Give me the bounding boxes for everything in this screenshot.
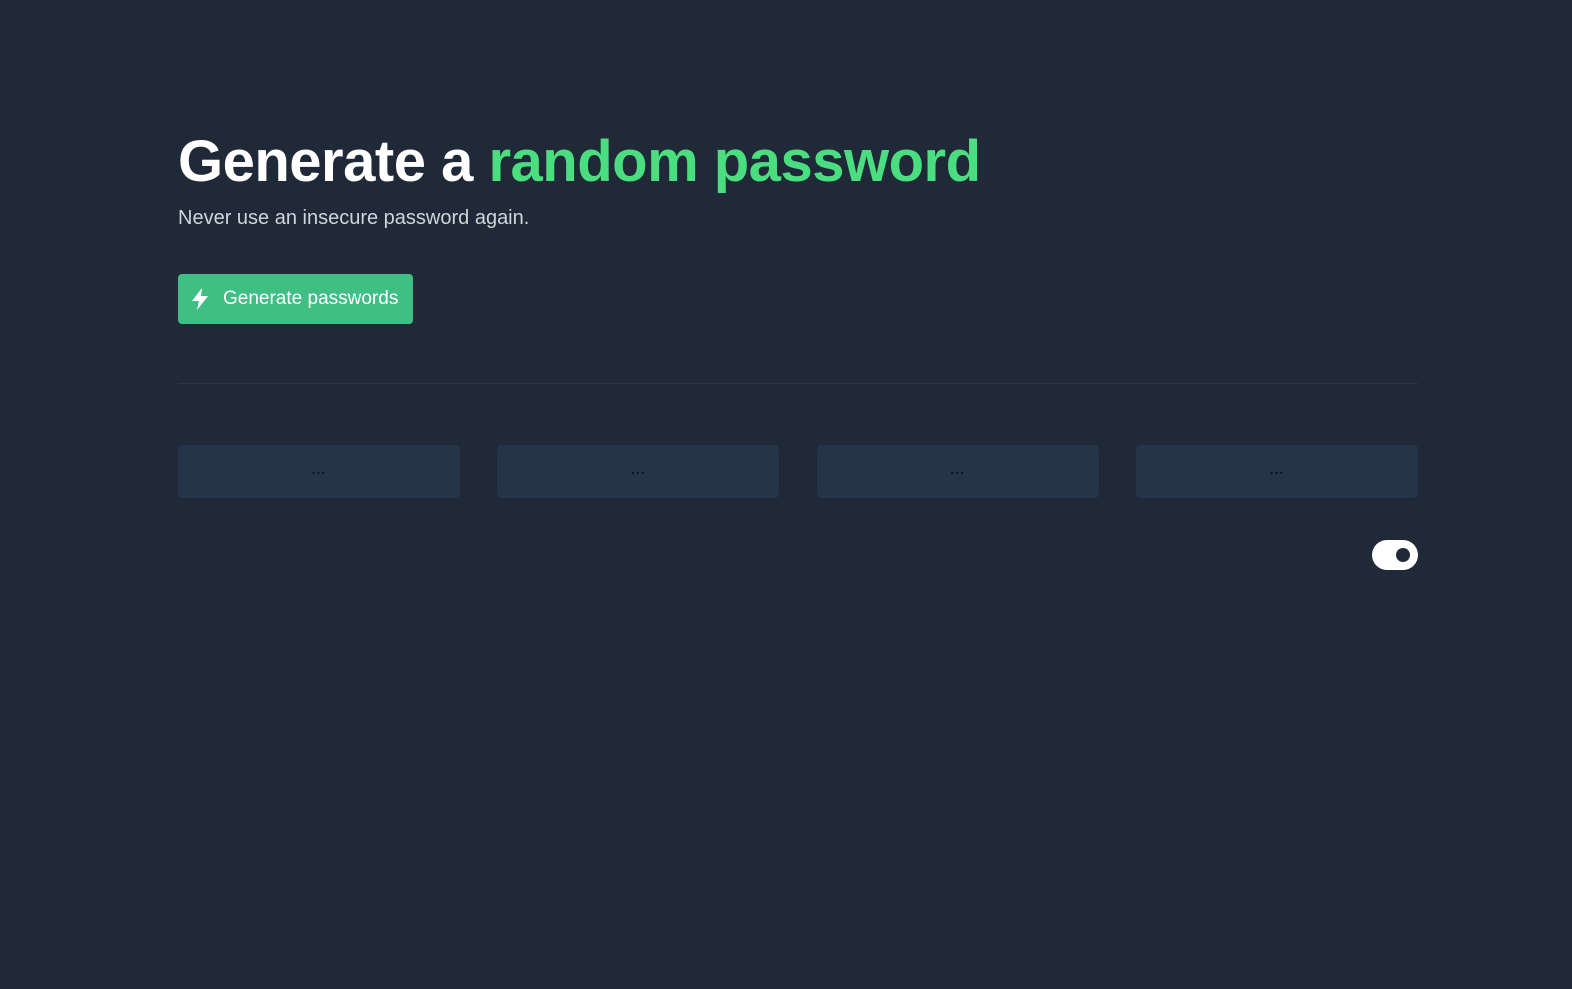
generate-passwords-button[interactable]: Generate passwords xyxy=(178,274,413,324)
password-list: ... ... ... ... xyxy=(178,445,1418,498)
generate-passwords-label: Generate passwords xyxy=(223,288,399,309)
page: Generate a random password Never use an … xyxy=(0,0,1572,989)
password-card[interactable]: ... xyxy=(1135,445,1418,498)
password-card[interactable]: ... xyxy=(816,445,1099,498)
password-value: ... xyxy=(311,460,327,477)
page-title: Generate a random password xyxy=(178,128,1418,196)
title-prefix: Generate a xyxy=(178,129,489,194)
password-value: ... xyxy=(950,460,965,477)
page-subtitle: Never use an insecure password again. xyxy=(178,207,530,229)
title-accent: random password xyxy=(488,129,981,194)
section-divider xyxy=(178,383,1418,384)
password-value: ... xyxy=(1269,460,1285,477)
lightning-bolt-icon xyxy=(190,288,210,310)
theme-toggle[interactable] xyxy=(1372,540,1418,570)
password-card[interactable]: ... xyxy=(178,445,460,498)
main-content: Generate a random password Never use an … xyxy=(178,128,1418,570)
password-card[interactable]: ... xyxy=(497,445,780,498)
password-value: ... xyxy=(630,460,646,477)
toggle-knob xyxy=(1396,548,1410,562)
